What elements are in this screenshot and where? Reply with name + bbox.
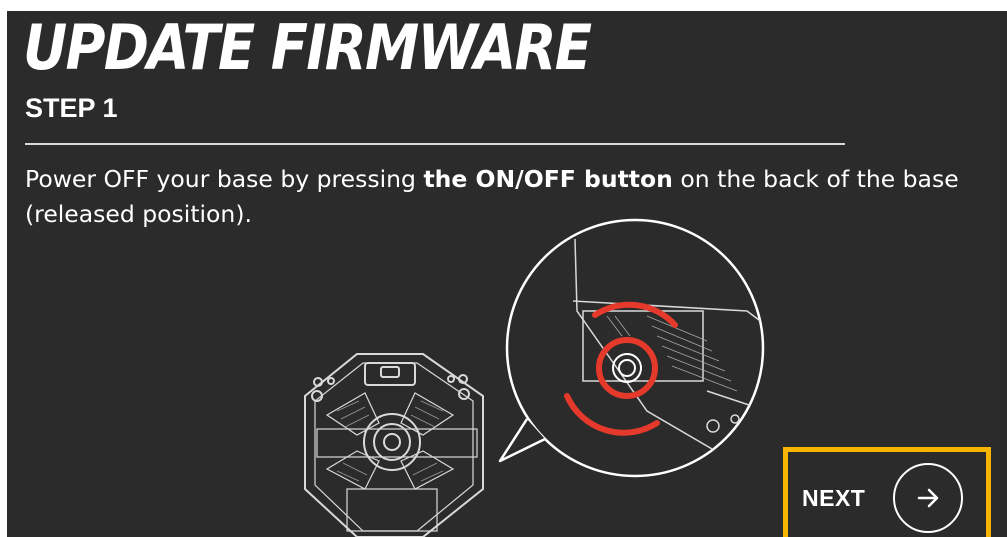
wheel-base-image xyxy=(304,353,484,537)
next-button-label: NEXT xyxy=(802,484,866,511)
firmware-update-panel: UPDATE FIRMWARE STEP 1 Power OFF your ba… xyxy=(7,11,1007,537)
arrow-right-icon[interactable] xyxy=(893,463,964,533)
zoom-callout xyxy=(498,218,765,478)
next-button[interactable]: NEXT xyxy=(802,460,987,536)
